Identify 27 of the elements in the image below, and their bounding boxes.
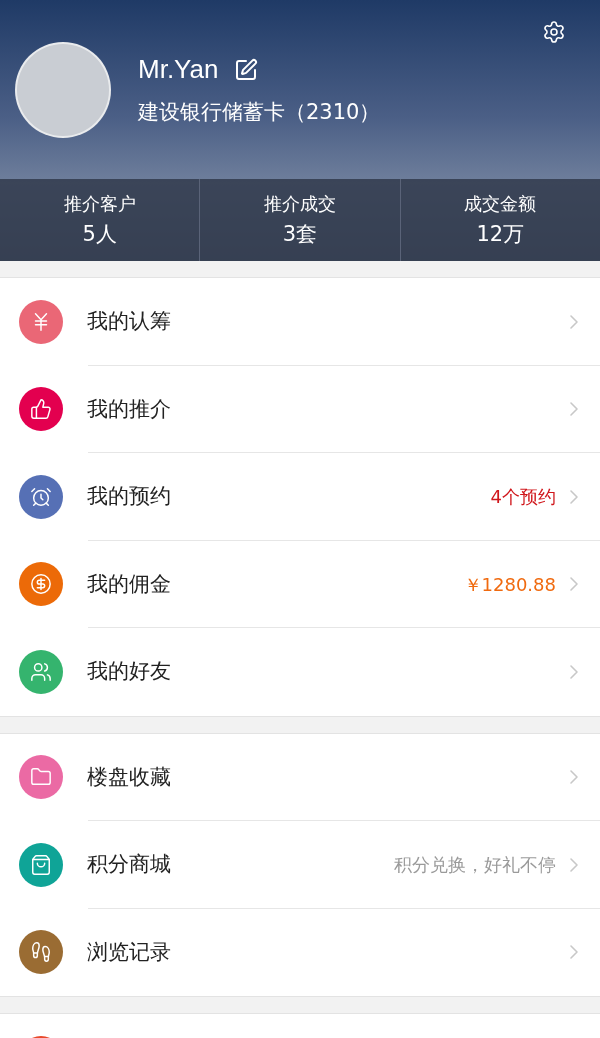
bag-icon xyxy=(30,853,52,876)
user-name: Mr.Yan xyxy=(138,53,219,87)
menu-detail: ￥1280.88 xyxy=(463,572,556,597)
stat-value: 5人 xyxy=(82,220,117,248)
thumbs-up-icon xyxy=(30,398,52,421)
alarm-clock-icon xyxy=(30,485,52,508)
stat-value: 3套 xyxy=(282,220,318,248)
menu-label[interactable]: 我的好友 xyxy=(87,656,171,688)
dollar-coin-icon xyxy=(30,573,52,596)
stat-label: 成交金额 xyxy=(464,191,537,216)
stat-label: 推介成交 xyxy=(264,191,336,216)
menu-label[interactable]: 积分商城 xyxy=(87,849,171,881)
bank-card-label: 建设银行储蓄卡（2310） xyxy=(138,99,381,127)
stat-value: 12万 xyxy=(476,220,525,248)
menu-label[interactable]: 我的佣金 xyxy=(87,568,171,600)
edit-icon[interactable] xyxy=(234,57,259,82)
menu-label[interactable]: 浏览记录 xyxy=(87,936,171,968)
footprint-icon xyxy=(30,941,52,964)
menu-label[interactable]: 楼盘收藏 xyxy=(87,761,171,793)
menu-label[interactable]: 我的预约 xyxy=(87,481,171,513)
settings-icon[interactable] xyxy=(542,20,566,44)
menu-detail: 4个预约 xyxy=(490,485,556,510)
stat-label: 推介客户 xyxy=(63,191,136,216)
menu-label[interactable]: 我的推介 xyxy=(87,393,171,425)
menu-label[interactable]: 我的认筹 xyxy=(87,306,171,338)
people-icon xyxy=(30,660,52,683)
menu-detail: 积分兑换，好礼不停 xyxy=(394,853,556,878)
